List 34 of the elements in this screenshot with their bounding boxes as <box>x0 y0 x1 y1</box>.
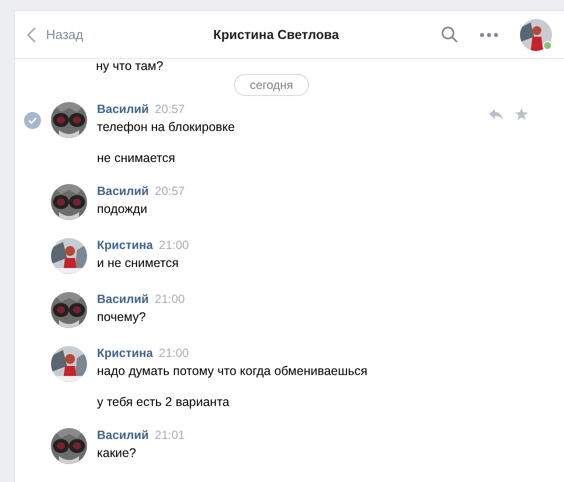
author-name[interactable]: Кристина <box>97 238 153 252</box>
message-time: 21:01 <box>154 428 185 442</box>
message-time: 21:00 <box>154 292 185 306</box>
chat-title: Кристина Светлова <box>212 27 340 42</box>
message-time: 21:00 <box>158 346 189 360</box>
search-button[interactable] <box>441 26 458 43</box>
author-name[interactable]: Василий <box>97 184 149 198</box>
message-text: надо думать потому что когда обмениваешься <box>97 363 368 379</box>
star-icon <box>515 108 528 120</box>
message-text: ну что там? <box>96 59 164 74</box>
message-text: и не снимется <box>97 255 180 271</box>
more-button[interactable] <box>480 32 498 36</box>
message-text: телефон на блокировке <box>97 119 236 135</box>
star-button[interactable] <box>515 108 528 120</box>
message-time: 20:57 <box>154 184 185 198</box>
back-link[interactable]: Назад <box>27 26 84 42</box>
message-text: у тебя есть 2 варианта <box>97 394 230 410</box>
author-name[interactable]: Василий <box>97 292 149 306</box>
message-time: 21:00 <box>158 238 189 252</box>
reply-icon <box>489 108 503 120</box>
chevron-left-icon <box>27 26 36 42</box>
message-text: подожди <box>97 201 148 217</box>
message-text: почему? <box>97 309 147 325</box>
search-icon <box>441 26 458 43</box>
message-time: 20:57 <box>154 102 185 116</box>
author-name[interactable]: Василий <box>97 102 149 116</box>
selected-check-icon[interactable] <box>24 112 41 129</box>
author-name[interactable]: Василий <box>97 428 149 442</box>
message-text: какие? <box>97 445 138 461</box>
date-divider: сегодня <box>234 74 310 96</box>
message-text: не снимается <box>97 150 176 166</box>
reply-button[interactable] <box>489 108 503 120</box>
more-icon <box>480 32 498 36</box>
author-name[interactable]: Кристина <box>97 346 153 360</box>
